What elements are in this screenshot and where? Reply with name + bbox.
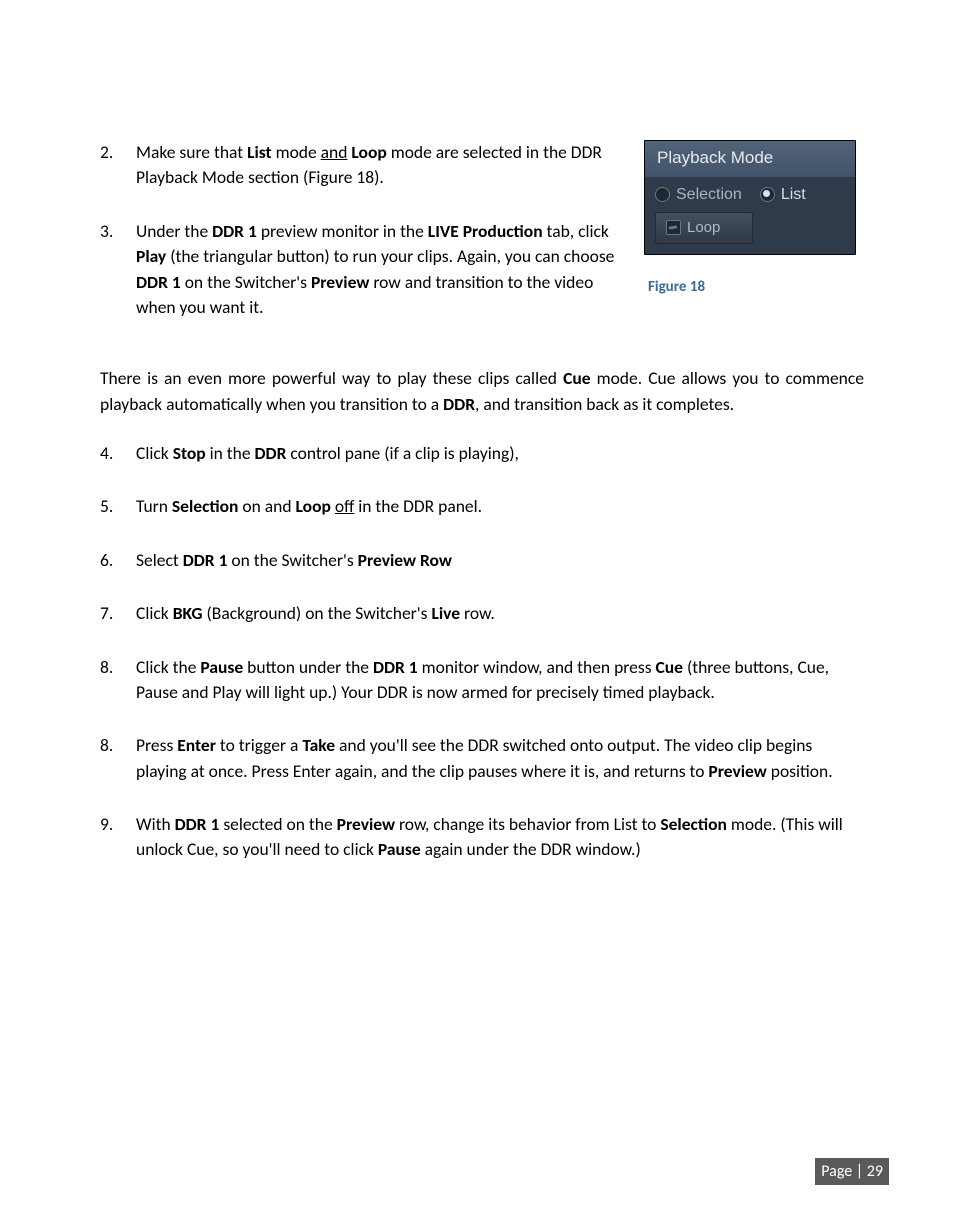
item-body: With DDR 1 selected on the Preview row, … (136, 812, 864, 863)
list-item-3: 3. Under the DDR 1 preview monitor in th… (100, 219, 622, 321)
list-item-6: 6. Select DDR 1 on the Switcher's Previe… (100, 548, 864, 573)
panel-title: Playback Mode (645, 141, 855, 177)
item-body: Make sure that List mode and Loop mode a… (136, 140, 622, 191)
list-item-7: 7. Click BKG (Background) on the Switche… (100, 601, 864, 626)
page-footer: Page | 29 (815, 1158, 889, 1185)
item-number: 8. (100, 733, 136, 784)
top-row: 2. Make sure that List mode and Loop mod… (100, 140, 864, 348)
list-item-5: 5. Turn Selection on and Loop off in the… (100, 494, 864, 519)
document-page: 2. Make sure that List mode and Loop mod… (0, 0, 954, 1227)
list-item-8: 8. Click the Pause button under the DDR … (100, 655, 864, 706)
list-top: 2. Make sure that List mode and Loop mod… (100, 140, 622, 320)
item-body: Click Stop in the DDR control pane (if a… (136, 441, 864, 466)
item-number: 5. (100, 494, 136, 519)
check-icon (666, 220, 681, 235)
sub-item-8: 8. Press Enter to trigger a Take and you… (100, 733, 864, 784)
list-item-2: 2. Make sure that List mode and Loop mod… (100, 140, 622, 191)
sub-item-9: 9. With DDR 1 selected on the Preview ro… (100, 812, 864, 863)
item-number: 6. (100, 548, 136, 573)
item-body: Select DDR 1 on the Switcher's Preview R… (136, 548, 864, 573)
item-number: 3. (100, 219, 136, 321)
list-item-4: 4. Click Stop in the DDR control pane (i… (100, 441, 864, 466)
playback-mode-panel: Playback Mode Selection List Loop (644, 140, 856, 255)
radio-icon (760, 187, 775, 202)
radio-label: List (781, 183, 806, 206)
figure-column: Playback Mode Selection List Loop (644, 140, 864, 298)
radio-label: Selection (676, 183, 742, 206)
figure-caption: Figure 18 (648, 277, 864, 299)
loop-label: Loop (687, 217, 720, 239)
item-body: Click the Pause button under the DDR 1 m… (136, 655, 864, 706)
item-body: Click BKG (Background) on the Switcher's… (136, 601, 864, 626)
item-number: 9. (100, 812, 136, 863)
item-number: 4. (100, 441, 136, 466)
panel-row-loop: Loop (645, 212, 855, 254)
item-number: 8. (100, 655, 136, 706)
radio-icon (655, 187, 670, 202)
panel-row-modes: Selection List (645, 177, 855, 212)
sub-list: 8. Press Enter to trigger a Take and you… (100, 733, 864, 863)
item-number: 2. (100, 140, 136, 191)
item-body: Press Enter to trigger a Take and you'll… (136, 733, 864, 784)
list-mid: 4. Click Stop in the DDR control pane (i… (100, 441, 864, 705)
item-body: Turn Selection on and Loop off in the DD… (136, 494, 864, 519)
cue-paragraph: There is an even more powerful way to pl… (100, 366, 864, 417)
item-body: Under the DDR 1 preview monitor in the L… (136, 219, 622, 321)
radio-selection[interactable]: Selection (655, 183, 742, 206)
radio-list[interactable]: List (760, 183, 806, 206)
loop-toggle[interactable]: Loop (655, 212, 753, 244)
item-number: 7. (100, 601, 136, 626)
top-text-col: 2. Make sure that List mode and Loop mod… (100, 140, 622, 348)
